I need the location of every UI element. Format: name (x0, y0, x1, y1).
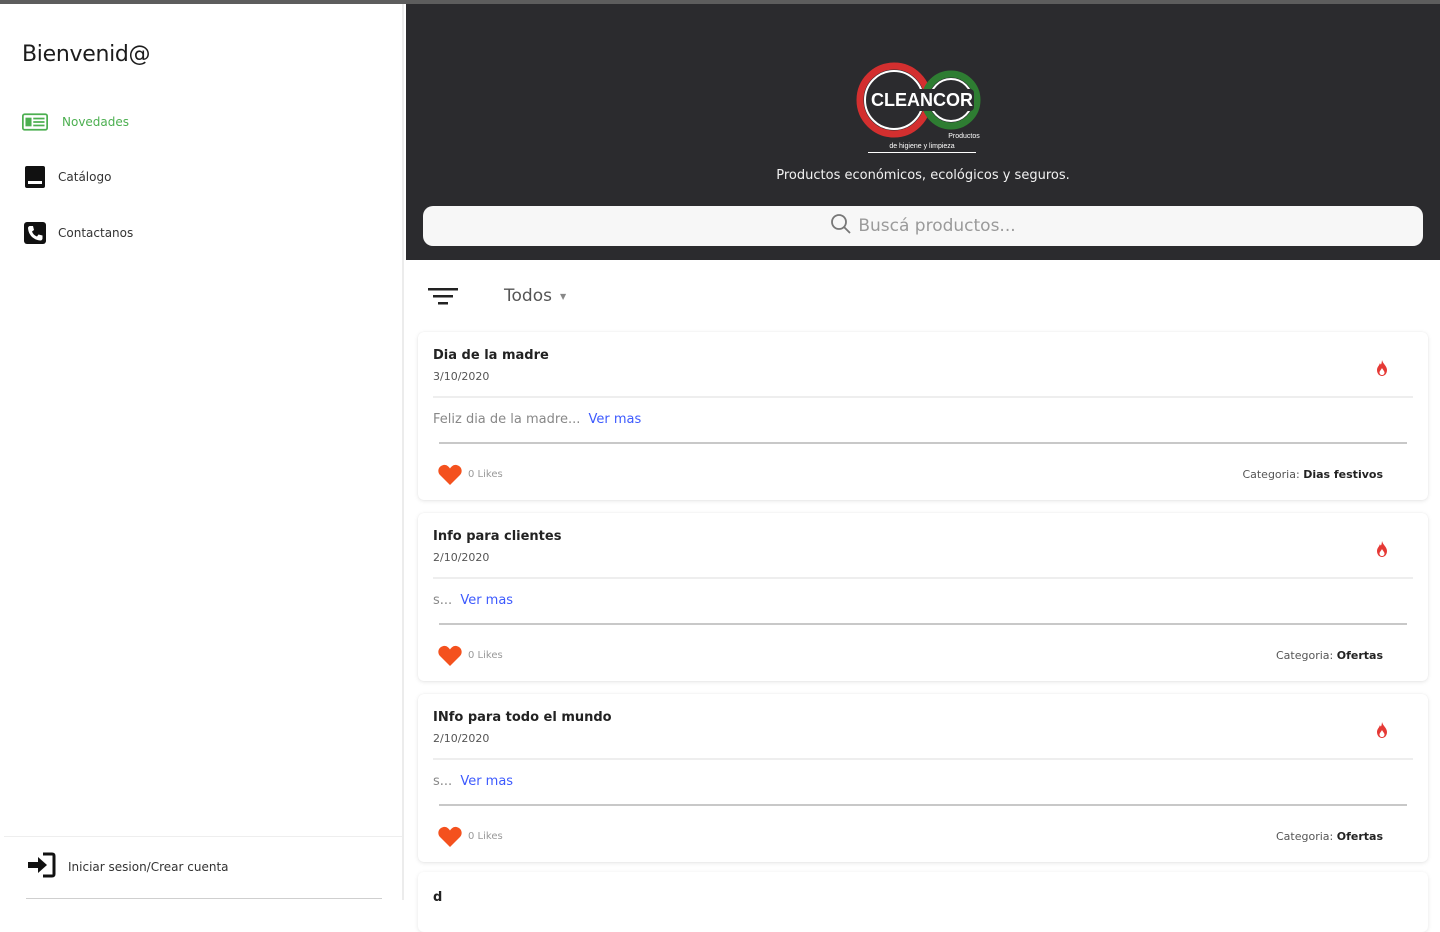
divider (26, 898, 382, 899)
category-select-value: Todos (504, 286, 552, 306)
post-card: Dia de la madre 3/10/2020 Feliz dia de l… (418, 332, 1428, 500)
sidebar-item-label: Novedades (62, 115, 130, 129)
fire-icon[interactable] (1376, 360, 1388, 380)
post-excerpt: s... Ver mas (433, 593, 513, 608)
heart-icon (438, 645, 462, 666)
divider (433, 577, 1413, 579)
category-value: Ofertas (1336, 830, 1383, 843)
post-card: INfo para todo el mundo 2/10/2020 s... V… (418, 694, 1428, 862)
sign-in-icon (26, 852, 56, 882)
category-label: Categoria: (1242, 468, 1300, 481)
header: CLEANCOR Productos de higiene y limpieza… (406, 4, 1440, 260)
post-excerpt: Feliz dia de la madre... Ver mas (433, 412, 641, 427)
likes-count: 0 Likes (468, 650, 503, 661)
heart-icon (438, 826, 462, 847)
post-excerpt-text: s... (433, 593, 453, 608)
like-button[interactable]: 0 Likes (438, 826, 503, 847)
post-excerpt-text: s... (433, 774, 453, 789)
divider (433, 396, 1413, 398)
search-icon (830, 213, 858, 240)
sidebar-item-label: Catálogo (58, 170, 112, 184)
post-title: Info para clientes (433, 529, 562, 544)
likes-count: 0 Likes (468, 469, 503, 480)
post-date: 2/10/2020 (433, 732, 490, 745)
login-label: Iniciar sesion/Crear cuenta (68, 860, 229, 874)
chevron-down-icon: ▼ (559, 291, 567, 301)
post-card: d (418, 872, 1428, 932)
post-title: d (433, 890, 443, 905)
category-label: Categoria: (1275, 830, 1334, 843)
search-placeholder: Buscá productos... (858, 216, 1016, 236)
sidebar-divider (4, 836, 402, 837)
svg-text:CLEANCOR: CLEANCOR (871, 90, 973, 110)
svg-text:de higiene y limpieza: de higiene y limpieza (889, 143, 954, 150)
post-card: Info para clientes 2/10/2020 s... Ver ma… (418, 513, 1428, 681)
filter-icon[interactable] (428, 286, 460, 312)
sidebar-item-label: Contactanos (58, 226, 134, 240)
likes-count: 0 Likes (468, 831, 503, 842)
read-more-link[interactable]: Ver mas (588, 412, 641, 427)
post-category: Categoria: Ofertas (1276, 830, 1383, 843)
book-icon (22, 165, 48, 189)
like-button[interactable]: 0 Likes (438, 464, 503, 485)
news-feed: Todos ▼ Dia de la madre 3/10/2020 Feliz … (406, 260, 1440, 932)
divider (439, 804, 1407, 806)
category-value: Ofertas (1336, 649, 1383, 662)
post-excerpt-text: Feliz dia de la madre... (433, 412, 581, 427)
sidebar-item-novedades[interactable]: Novedades (22, 108, 129, 136)
post-category: Categoria: Dias festivos (1242, 468, 1383, 481)
post-title: Dia de la madre (433, 348, 549, 363)
welcome-heading: Bienvenid@ (22, 42, 151, 67)
fire-icon[interactable] (1376, 722, 1388, 742)
post-excerpt: s... Ver mas (433, 774, 513, 789)
category-label: Categoria: (1275, 649, 1334, 662)
phone-icon (22, 221, 48, 245)
sidebar-item-contactanos[interactable]: Contactanos (22, 219, 133, 247)
post-date: 2/10/2020 (433, 551, 490, 564)
read-more-link[interactable]: Ver mas (460, 774, 513, 789)
fire-icon[interactable] (1376, 541, 1388, 561)
divider (439, 442, 1407, 444)
post-title: INfo para todo el mundo (433, 710, 612, 725)
read-more-link[interactable]: Ver mas (460, 593, 513, 608)
post-category: Categoria: Ofertas (1276, 649, 1383, 662)
login-button[interactable]: Iniciar sesion/Crear cuenta (26, 852, 229, 882)
category-select[interactable]: Todos ▼ (504, 286, 566, 306)
sidebar: Bienvenid@ Novedades Catálogo Contactano… (4, 4, 404, 900)
brand-logo: CLEANCOR Productos de higiene y limpieza (856, 60, 986, 156)
newspaper-icon (22, 110, 48, 134)
divider (433, 758, 1413, 760)
svg-text:Productos: Productos (948, 133, 980, 140)
sidebar-item-catalogo[interactable]: Catálogo (22, 163, 111, 191)
divider (439, 623, 1407, 625)
post-date: 3/10/2020 (433, 370, 490, 383)
like-button[interactable]: 0 Likes (438, 645, 503, 666)
search-input[interactable]: Buscá productos... (423, 206, 1423, 246)
heart-icon (438, 464, 462, 485)
tagline: Productos económicos, ecológicos y segur… (776, 168, 1070, 183)
category-value: Dias festivos (1303, 468, 1383, 481)
